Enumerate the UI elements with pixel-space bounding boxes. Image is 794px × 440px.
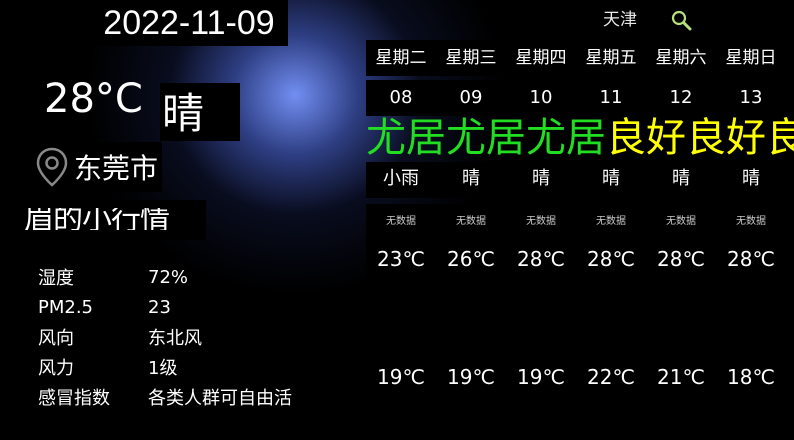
forecast-weekday: 星期二	[366, 40, 436, 76]
forecast-panel: 星期二 08 小雨 无数据 23℃ 19℃ 星期三 09 晴 无数据 26℃ 1…	[366, 36, 794, 440]
detail-row-wind-direction: 风向 东北风	[28, 322, 318, 352]
forecast-low: 19℃	[436, 358, 506, 396]
forecast-low: 22℃	[576, 358, 646, 396]
detail-row-humidity: 湿度 72%	[28, 262, 318, 292]
air-quality-marquee: 尤居尤居尤居良好良好良好	[366, 116, 794, 164]
forecast-aqi: 无数据	[716, 204, 786, 240]
location-name: 东莞市	[74, 152, 159, 185]
forecast-day: 星期六 12 晴 无数据 28℃ 21℃	[646, 36, 716, 440]
forecast-date: 08	[366, 80, 436, 116]
current-temperature: 28°C	[44, 76, 143, 122]
current-weather: 晴	[160, 83, 240, 141]
detail-label: 湿度	[28, 264, 148, 290]
forecast-weekday: 星期六	[646, 40, 716, 76]
forecast-day: 星期二 08 小雨 无数据 23℃ 19℃	[366, 36, 436, 440]
location-pin-icon	[36, 147, 68, 187]
detail-row-cold-index: 感冒指数 各类人群可自由活	[28, 382, 318, 412]
forecast-high: 28℃	[646, 240, 716, 278]
forecast-high: 23℃	[366, 240, 436, 278]
forecast-weekday: 星期三	[436, 40, 506, 76]
forecast-day: 星期日 13 晴 无数据 28℃ 18℃	[716, 36, 786, 440]
forecast-day: 星期四 10 晴 无数据 28℃ 19℃	[506, 36, 576, 440]
forecast-date: 11	[576, 80, 646, 116]
detail-value: 1级	[148, 354, 184, 380]
detail-value: 各类人群可自由活	[148, 384, 298, 410]
forecast-date: 10	[506, 80, 576, 116]
forecast-weekday: 星期四	[506, 40, 576, 76]
detail-label: PM2.5	[28, 296, 148, 318]
forecast-aqi: 无数据	[576, 204, 646, 240]
detail-value: 72%	[148, 266, 195, 288]
forecast-high: 28℃	[576, 240, 646, 278]
forecast-weather: 晴	[436, 162, 506, 198]
forecast-date: 13	[716, 80, 786, 116]
detail-row-wind-force: 风力 1级	[28, 352, 318, 382]
forecast-day: 星期五 11 晴 无数据 28℃ 22℃	[576, 36, 646, 440]
forecast-weather: 晴	[646, 162, 716, 198]
search-button[interactable]	[652, 6, 710, 34]
forecast-weather: 晴	[576, 162, 646, 198]
weather-details: 湿度 72% PM2.5 23 风向 东北风 风力 1级 感冒指数 各类人群可自…	[28, 262, 318, 412]
forecast-aqi: 无数据	[366, 204, 436, 240]
forecast-high: 28℃	[716, 240, 786, 278]
current-location: 东莞市	[32, 142, 162, 192]
forecast-date: 12	[646, 80, 716, 116]
forecast-weekday: 星期五	[576, 40, 646, 76]
forecast-aqi: 无数据	[646, 204, 716, 240]
forecast-day: 星期三 09 晴 无数据 26℃ 19℃	[436, 36, 506, 440]
scrolling-title: 眉的小行情	[24, 200, 206, 240]
forecast-weather: 晴	[716, 162, 786, 198]
detail-label: 风向	[28, 324, 148, 350]
search-icon	[671, 10, 692, 31]
forecast-aqi: 无数据	[436, 204, 506, 240]
detail-row-pm25: PM2.5 23	[28, 292, 318, 322]
forecast-weekday: 星期日	[716, 40, 786, 76]
forecast-low: 19℃	[506, 358, 576, 396]
marquee-text-moderate: 良好良好良好	[606, 116, 794, 161]
marquee-text-good: 尤居尤居尤居	[366, 116, 606, 161]
forecast-weather: 小雨	[366, 162, 436, 198]
forecast-weather: 晴	[506, 162, 576, 198]
forecast-high: 28℃	[506, 240, 576, 278]
detail-value: 东北风	[148, 324, 208, 350]
current-date: 2022-11-09	[90, 0, 288, 46]
forecast-low: 21℃	[646, 358, 716, 396]
forecast-aqi: 无数据	[506, 204, 576, 240]
forecast-high: 26℃	[436, 240, 506, 278]
detail-label: 感冒指数	[28, 384, 148, 410]
forecast-low: 19℃	[366, 358, 436, 396]
detail-value: 23	[148, 296, 177, 318]
detail-label: 风力	[28, 354, 148, 380]
forecast-date: 09	[436, 80, 506, 116]
forecast-low: 18℃	[716, 358, 786, 396]
city-search-input[interactable]: 天津	[590, 6, 650, 34]
